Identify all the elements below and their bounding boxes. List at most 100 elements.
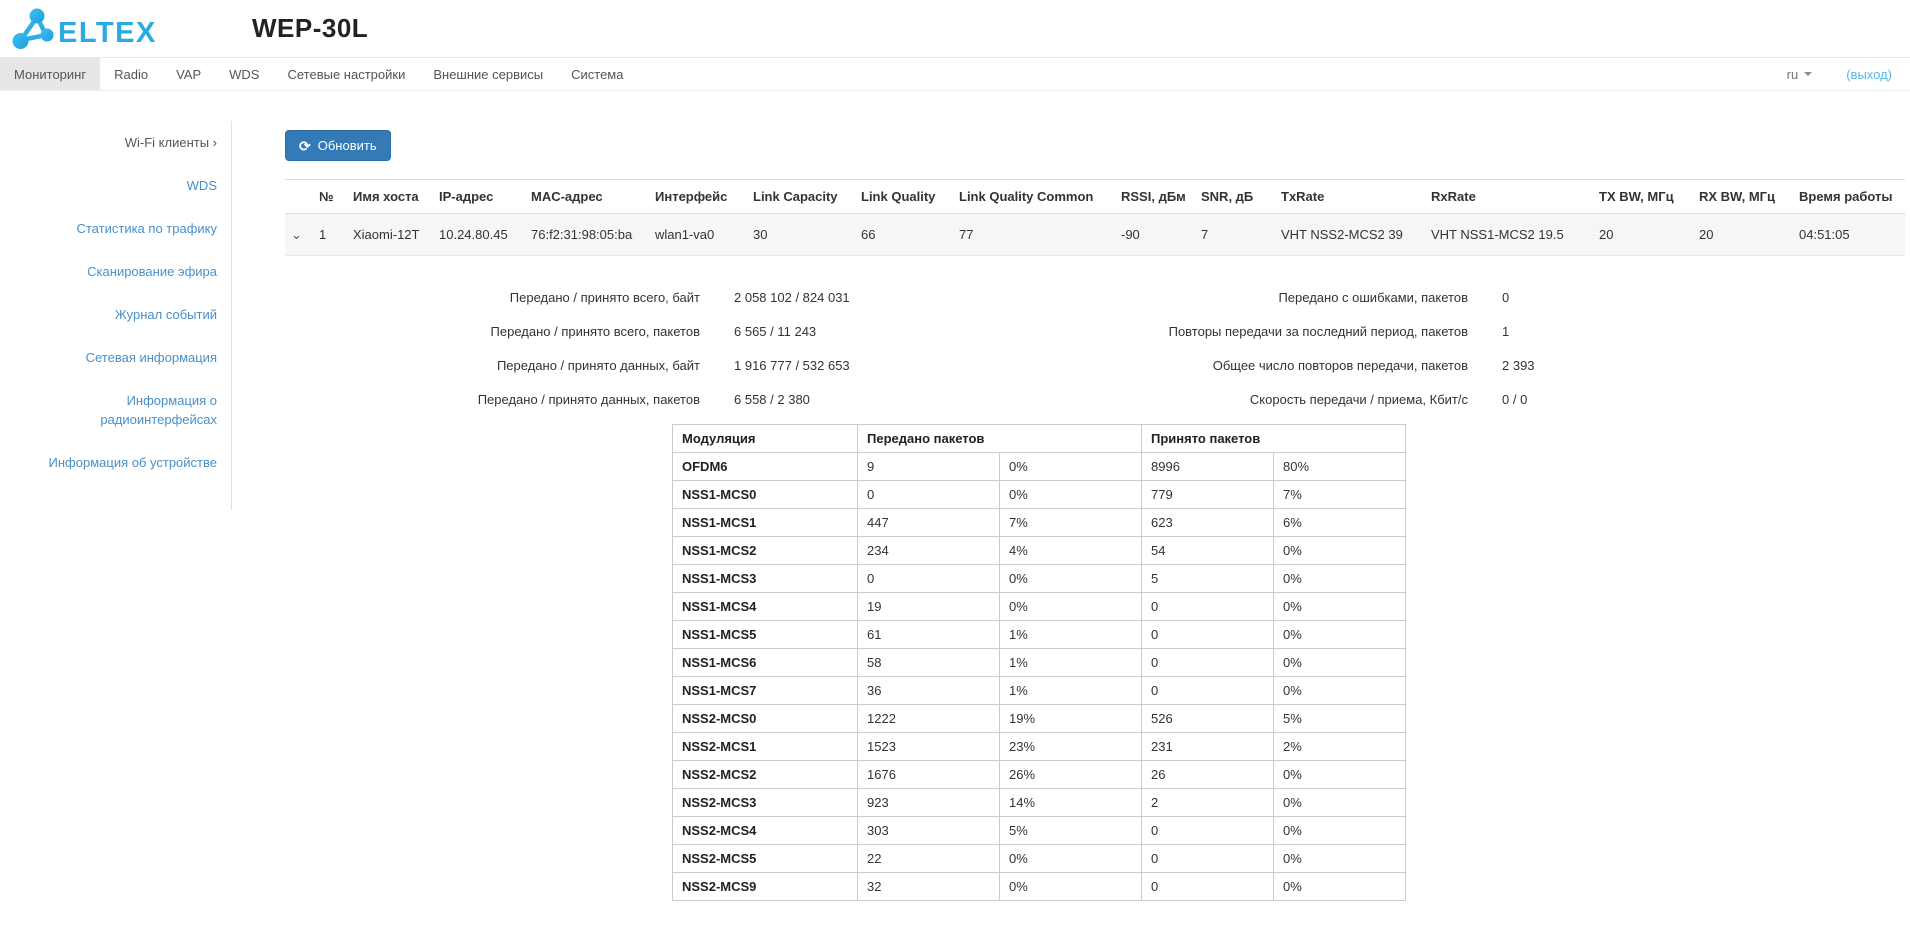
stat-label: Передано / принято всего, пакетов xyxy=(285,324,700,339)
modulation-value: 526 xyxy=(1142,705,1274,733)
client-row[interactable]: ⌄ 1Xiaomi-12T10.24.80.4576:f2:31:98:05:b… xyxy=(285,214,1905,256)
modulation-value: 80% xyxy=(1274,453,1406,481)
sidebar-item-radio-info[interactable]: Информация о радиоинтерфейсах xyxy=(31,379,217,441)
stat-value: 6 558 / 2 380 xyxy=(700,392,950,407)
tab-system[interactable]: Система xyxy=(557,58,637,90)
sidebar-item-wds[interactable]: WDS xyxy=(187,164,217,207)
modulation-row-NSS1-MCS4: NSS1-MCS4190%00% xyxy=(673,593,1406,621)
nav-tabs: МониторингRadioVAPWDSСетевые настройкиВн… xyxy=(0,58,637,90)
modulation-value: 2% xyxy=(1274,733,1406,761)
modulation-value: 7% xyxy=(1274,481,1406,509)
modulation-value: 4% xyxy=(1000,537,1142,565)
stat-label: Передано / принято всего, байт xyxy=(285,290,700,305)
modulation-header-row: Модуляция Передано пакетов Принято пакет… xyxy=(673,425,1406,453)
sidebar-item-device-info[interactable]: Информация об устройстве xyxy=(49,441,217,484)
main-nav: МониторингRadioVAPWDSСетевые настройкиВн… xyxy=(0,57,1910,91)
modulation-row-NSS2-MCS1: NSS2-MCS1152323%2312% xyxy=(673,733,1406,761)
modulation-row-NSS2-MCS3: NSS2-MCS392314%20% xyxy=(673,789,1406,817)
modulation-value: 32 xyxy=(858,873,1000,901)
client-cell-5: 30 xyxy=(747,214,855,256)
sidebar: Wi-Fi клиенты ›WDSСтатистика по трафикуС… xyxy=(0,91,232,933)
chevron-down-icon xyxy=(1804,72,1812,76)
modulation-value: 303 xyxy=(858,817,1000,845)
clients-col-header-4: Интерфейс xyxy=(649,180,747,214)
stat-label: Скорость передачи / приема, Кбит/с xyxy=(950,392,1468,407)
modulation-row-NSS1-MCS5: NSS1-MCS5611%00% xyxy=(673,621,1406,649)
expand-cell[interactable]: ⌄ xyxy=(285,214,313,256)
stat-value: 1 916 777 / 532 653 xyxy=(700,358,950,373)
clients-col-header-13: RX BW, МГц xyxy=(1693,180,1793,214)
language-label: ru xyxy=(1787,67,1799,82)
sidebar-item-air-scan[interactable]: Сканирование эфира xyxy=(87,250,217,293)
expand-column-header xyxy=(285,180,313,214)
modulation-value: 0% xyxy=(1000,565,1142,593)
modulation-value: 5% xyxy=(1274,705,1406,733)
modulation-value: 779 xyxy=(1142,481,1274,509)
clients-table: №Имя хостаIP-адресMAC-адресИнтерфейсLink… xyxy=(285,179,1905,256)
modulation-value: 0 xyxy=(1142,677,1274,705)
modulation-value: 1% xyxy=(1000,677,1142,705)
tab-external-services[interactable]: Внешние сервисы xyxy=(419,58,557,90)
modulation-value: 0% xyxy=(1274,621,1406,649)
clients-col-header-2: IP-адрес xyxy=(433,180,525,214)
modulation-value: 9 xyxy=(858,453,1000,481)
modulation-value: 0 xyxy=(1142,845,1274,873)
modulation-row-NSS2-MCS9: NSS2-MCS9320%00% xyxy=(673,873,1406,901)
client-cell-8: -90 xyxy=(1115,214,1195,256)
modulation-name: NSS1-MCS0 xyxy=(673,481,858,509)
tab-wds[interactable]: WDS xyxy=(215,58,273,90)
brand-text: ELTEX xyxy=(58,17,157,49)
app-header: ELTEX WEP-30L xyxy=(0,0,1910,57)
modulation-name: NSS2-MCS2 xyxy=(673,761,858,789)
stat-value: 1 xyxy=(1468,324,1535,339)
modulation-row-NSS1-MCS1: NSS1-MCS14477%6236% xyxy=(673,509,1406,537)
modulation-row-NSS1-MCS7: NSS1-MCS7361%00% xyxy=(673,677,1406,705)
modulation-value: 0% xyxy=(1274,845,1406,873)
modulation-name: NSS1-MCS7 xyxy=(673,677,858,705)
modulation-value: 7% xyxy=(1000,509,1142,537)
modulation-value: 1676 xyxy=(858,761,1000,789)
client-cell-11: VHT NSS1-MCS2 19.5 xyxy=(1425,214,1593,256)
tab-radio[interactable]: Radio xyxy=(100,58,162,90)
modulation-value: 6% xyxy=(1274,509,1406,537)
modulation-value: 0 xyxy=(1142,873,1274,901)
clients-col-header-12: TX BW, МГц xyxy=(1593,180,1693,214)
sidebar-item-network-info[interactable]: Сетевая информация xyxy=(86,336,217,379)
logout-link[interactable]: (выход) xyxy=(1846,67,1892,82)
clients-table-header-row: №Имя хостаIP-адресMAC-адресИнтерфейсLink… xyxy=(285,180,1905,214)
stat-label: Повторы передачи за последний период, па… xyxy=(950,324,1468,339)
clients-col-header-10: TxRate xyxy=(1275,180,1425,214)
sidebar-item-event-log[interactable]: Журнал событий xyxy=(115,293,217,336)
refresh-button[interactable]: ⟳ Обновить xyxy=(285,130,391,161)
client-stats: Передано / принято всего, байт2 058 102 … xyxy=(285,280,1905,416)
tab-monitoring[interactable]: Мониторинг xyxy=(0,58,100,90)
stat-value: 0 xyxy=(1468,290,1535,305)
modulation-table: Модуляция Передано пакетов Принято пакет… xyxy=(672,424,1406,901)
expand-chevron-icon[interactable]: ⌄ xyxy=(291,231,302,239)
tab-network-settings[interactable]: Сетевые настройки xyxy=(273,58,419,90)
tab-vap[interactable]: VAP xyxy=(162,58,215,90)
modulation-name: OFDM6 xyxy=(673,453,858,481)
modulation-value: 23% xyxy=(1000,733,1142,761)
client-cell-3: 76:f2:31:98:05:ba xyxy=(525,214,649,256)
modulation-value: 1523 xyxy=(858,733,1000,761)
modulation-name: NSS1-MCS2 xyxy=(673,537,858,565)
modulation-value: 5% xyxy=(1000,817,1142,845)
modulation-value: 234 xyxy=(858,537,1000,565)
modulation-row-NSS2-MCS4: NSS2-MCS43035%00% xyxy=(673,817,1406,845)
modulation-value: 0% xyxy=(1000,593,1142,621)
modulation-value: 0% xyxy=(1274,565,1406,593)
modulation-name: NSS1-MCS1 xyxy=(673,509,858,537)
modulation-row-OFDM6: OFDM690%899680% xyxy=(673,453,1406,481)
client-cell-10: VHT NSS2-MCS2 39 xyxy=(1275,214,1425,256)
sidebar-item-wifi-clients[interactable]: Wi-Fi клиенты › xyxy=(125,121,217,164)
client-cell-1: Xiaomi-12T xyxy=(347,214,433,256)
sidebar-item-traffic-stats[interactable]: Статистика по трафику xyxy=(77,207,217,250)
client-cell-2: 10.24.80.45 xyxy=(433,214,525,256)
refresh-button-label: Обновить xyxy=(318,138,377,153)
modulation-row-NSS2-MCS5: NSS2-MCS5220%00% xyxy=(673,845,1406,873)
language-selector[interactable]: ru xyxy=(1787,67,1813,82)
stat-label: Передано / принято данных, байт xyxy=(285,358,700,373)
client-detail: Передано / принято всего, байт2 058 102 … xyxy=(285,256,1905,901)
modulation-name: NSS1-MCS3 xyxy=(673,565,858,593)
